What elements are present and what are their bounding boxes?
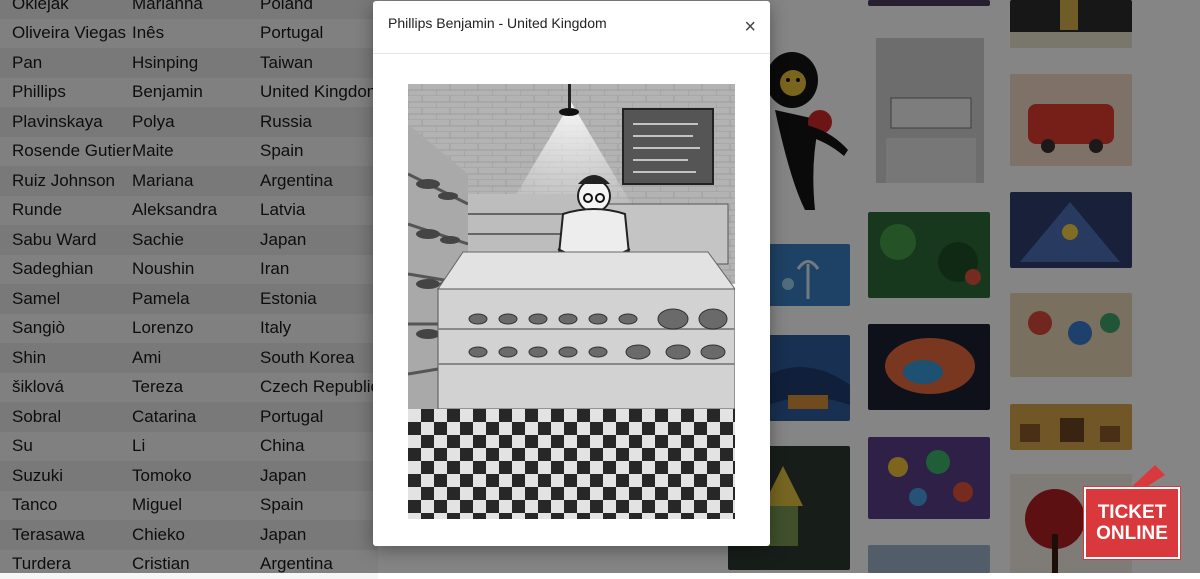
ticket-online-button[interactable]: TICKET ONLINE [1084, 487, 1180, 559]
modal-title: Phillips Benjamin - United Kingdom [388, 15, 607, 31]
ticket-line2: ONLINE [1086, 523, 1178, 544]
ticket-line1: TICKET [1086, 502, 1178, 523]
bakery-illustration [408, 84, 735, 519]
illustration-modal: Phillips Benjamin - United Kingdom × [373, 1, 770, 546]
close-icon[interactable]: × [744, 17, 756, 37]
modal-header: Phillips Benjamin - United Kingdom × [373, 1, 770, 54]
modal-illustration [408, 84, 735, 519]
